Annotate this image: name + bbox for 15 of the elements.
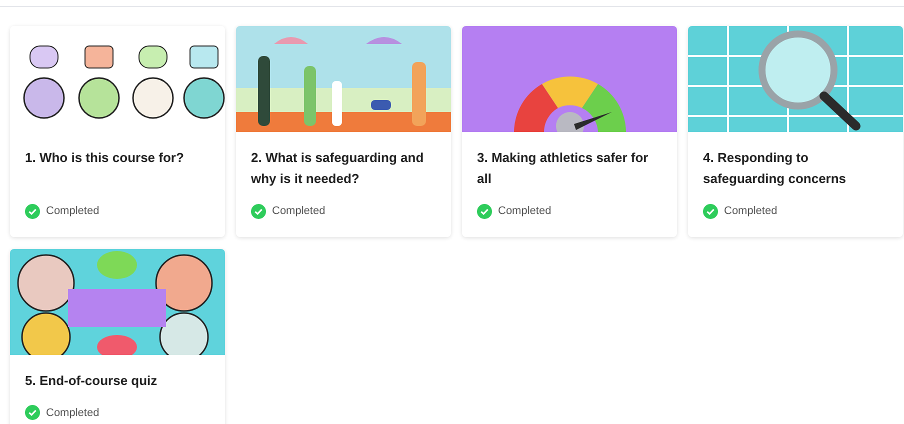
lesson-title: 4. Responding to safeguarding concerns: [703, 149, 848, 188]
lesson-title: 2. What is safeguarding and why is it needed?: [251, 149, 425, 188]
lesson-card[interactable]: 4. Responding to safeguarding concerns Completed: [688, 26, 903, 236]
lesson-card[interactable]: 1. Who is this course for? Completed: [10, 26, 225, 236]
status-label: Completed: [724, 204, 778, 219]
status-label: Completed: [46, 204, 100, 219]
lesson-title: 5. End-of-course quiz: [25, 372, 158, 390]
lesson-title: 3. Making athletics safer for all: [477, 149, 650, 188]
lesson-card[interactable]: 2. What is safeguarding and why is it needed? Completed: [236, 26, 451, 236]
lesson-card[interactable]: 3. Making athletics safer for all Completed: [462, 26, 677, 236]
status-label: Completed: [46, 406, 100, 420]
status-label: Completed: [272, 204, 326, 219]
lesson-title: 1. Who is this course for?: [25, 149, 185, 167]
lesson-card[interactable]: 5. End-of-course quiz Completed: [10, 248, 225, 424]
status-label: Completed: [498, 204, 552, 219]
